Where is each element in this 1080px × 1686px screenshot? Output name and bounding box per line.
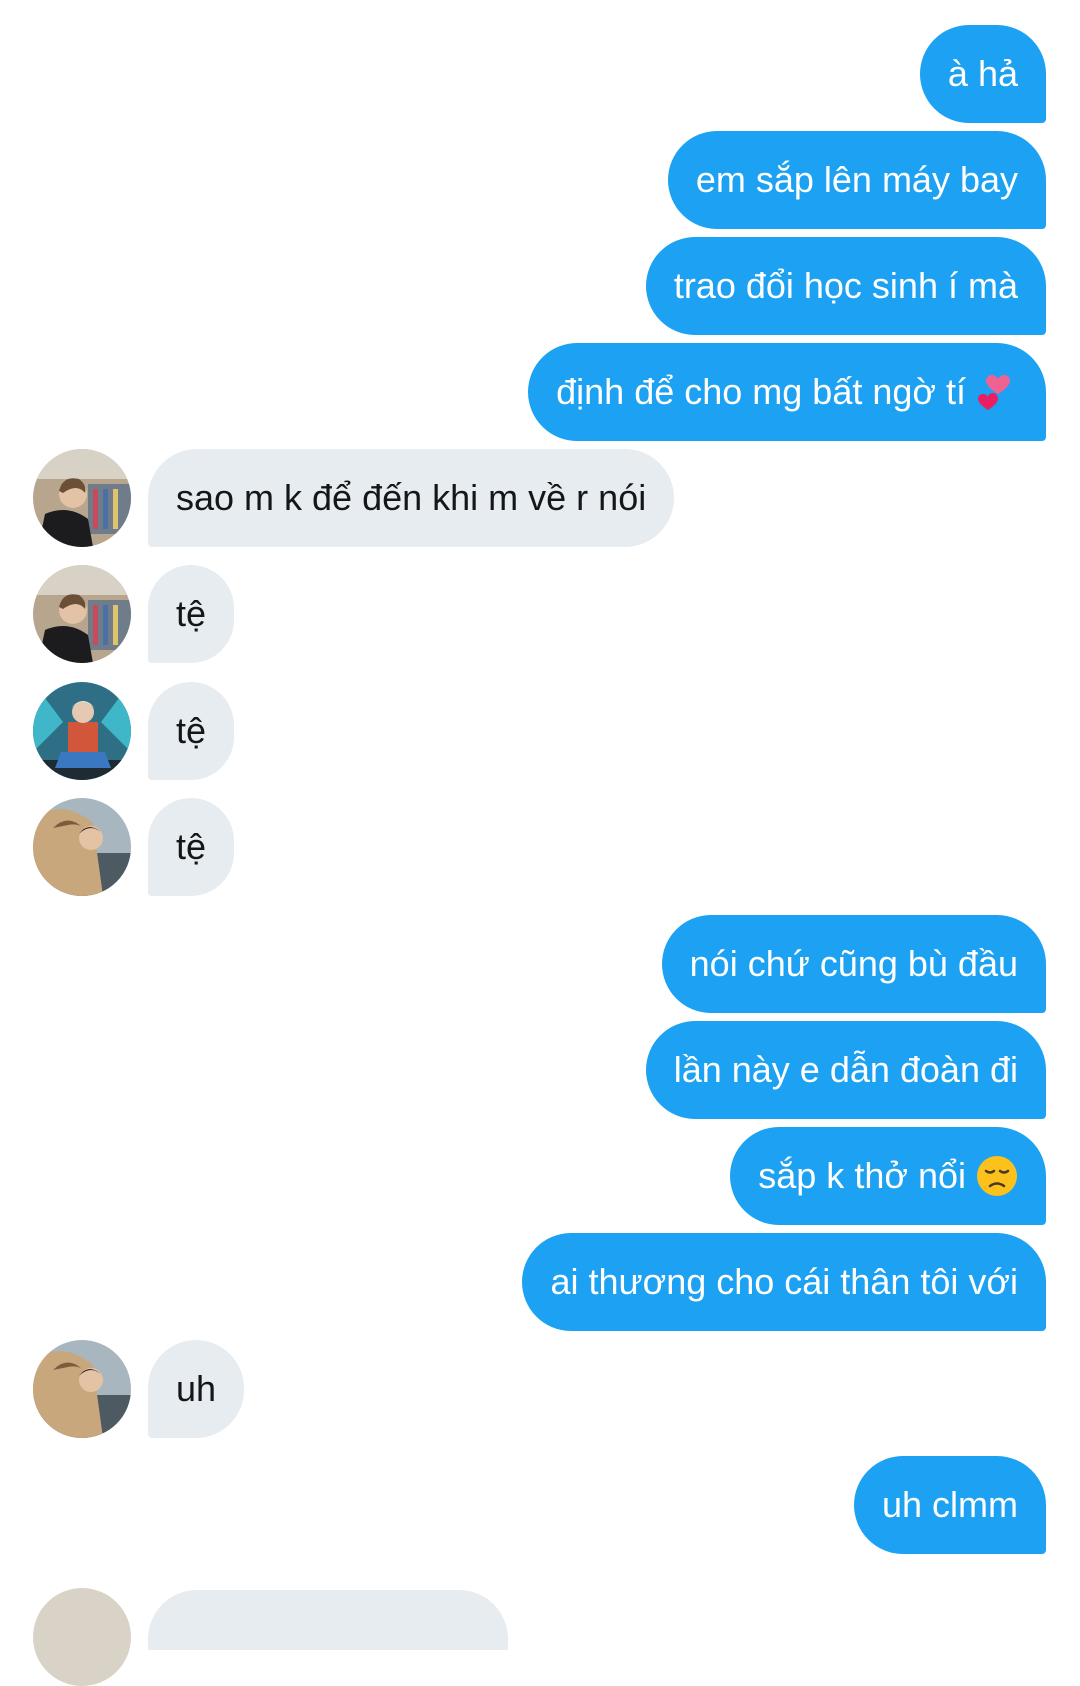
avatar[interactable]	[33, 1588, 131, 1686]
message-text: sao m k để đến khi m về r nói	[176, 477, 647, 518]
message-text: tệ	[176, 826, 207, 867]
message-bubble-outgoing[interactable]: em sắp lên máy bay	[667, 131, 1046, 229]
avatar[interactable]	[33, 565, 131, 663]
message-bubble-incoming[interactable]: sao m k để đến khi m về r nói	[148, 449, 675, 547]
avatar[interactable]	[33, 682, 131, 780]
message-bubble-incoming[interactable]	[148, 1590, 508, 1650]
message-bubble-incoming[interactable]: tệ	[148, 682, 235, 780]
message-text: trao đổi học sinh í mà	[673, 265, 1018, 306]
two-hearts-icon	[978, 375, 1010, 410]
message-text: à hả	[947, 53, 1018, 94]
message-text: tệ	[176, 710, 207, 751]
avatar[interactable]	[33, 1340, 131, 1438]
message-text: em sắp lên máy bay	[695, 159, 1018, 200]
message-text: ai thương cho cái thân tôi với	[550, 1261, 1018, 1302]
avatar[interactable]	[33, 798, 131, 896]
chat-thread: à hả em sắp lên máy bay trao đổi học sin…	[0, 0, 1080, 1686]
message-bubble-outgoing[interactable]: trao đổi học sinh í mà	[645, 237, 1046, 335]
message-text: lần này e dẫn đoàn đi	[673, 1049, 1018, 1090]
message-bubble-incoming[interactable]: tệ	[148, 798, 235, 896]
message-bubble-outgoing[interactable]: sắp k thở nổi	[730, 1127, 1046, 1225]
message-text: uh	[176, 1368, 217, 1409]
message-text: định để cho mg bất ngờ tí	[556, 371, 966, 412]
message-text: nói chứ cũng bù đầu	[689, 943, 1018, 984]
avatar[interactable]	[33, 449, 131, 547]
message-bubble-outgoing[interactable]: uh clmm	[853, 1456, 1046, 1554]
disappointed-face-icon	[977, 1156, 1017, 1196]
message-bubble-outgoing[interactable]: à hả	[919, 25, 1046, 123]
message-bubble-outgoing[interactable]: ai thương cho cái thân tôi với	[522, 1233, 1046, 1331]
message-bubble-outgoing[interactable]: định để cho mg bất ngờ tí	[528, 343, 1046, 441]
message-text: uh clmm	[881, 1484, 1018, 1525]
message-text: tệ	[176, 593, 207, 634]
message-text: sắp k thở nổi	[758, 1155, 966, 1196]
message-bubble-incoming[interactable]: tệ	[148, 565, 235, 663]
message-bubble-outgoing[interactable]: nói chứ cũng bù đầu	[661, 915, 1046, 1013]
message-bubble-incoming[interactable]: uh	[148, 1340, 245, 1438]
message-bubble-outgoing[interactable]: lần này e dẫn đoàn đi	[645, 1021, 1046, 1119]
